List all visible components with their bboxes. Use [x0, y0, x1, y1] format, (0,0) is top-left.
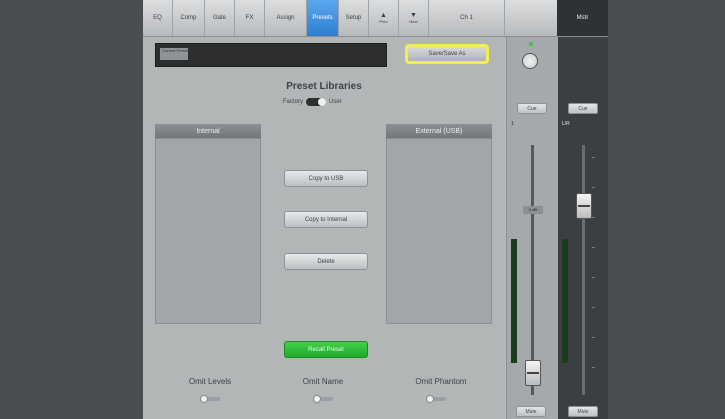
preset-name-tag: Current Preset	[160, 48, 188, 60]
scale-tick	[592, 337, 595, 338]
library-toggle[interactable]: Factory User	[283, 98, 342, 106]
omit-phantom-switch[interactable]	[426, 395, 446, 403]
master-cue-button[interactable]: Cue	[568, 103, 598, 114]
copy-to-usb-button[interactable]: Copy to USB	[284, 170, 368, 187]
unity-gain-tag: 0 dB	[523, 206, 543, 214]
recall-preset-button[interactable]: Recall Preset	[284, 341, 368, 358]
tab-fx[interactable]: FX	[235, 0, 265, 36]
delete-button[interactable]: Delete	[284, 253, 368, 270]
switch-knob	[313, 395, 321, 403]
tab-assign[interactable]: Assign	[265, 0, 307, 36]
tab-label: Setup	[345, 15, 362, 21]
tab-prev[interactable]: ▲ Prev	[369, 0, 399, 36]
internal-list-header: Internal	[155, 124, 261, 138]
toggle-left-label: Factory	[283, 99, 304, 105]
tab-gate[interactable]: Gate	[205, 0, 235, 36]
tab-label: EQ	[153, 15, 162, 21]
led-indicator	[529, 42, 533, 46]
scale-tick	[592, 247, 595, 248]
channel-marker: 1	[511, 121, 514, 127]
tab-label: Comp	[180, 15, 197, 21]
switch-knob	[200, 395, 208, 403]
master-fader[interactable]	[576, 193, 592, 219]
omit-name-switch[interactable]	[313, 395, 333, 403]
master-strip: Cue L/R	[558, 37, 608, 419]
library-title: Preset Libraries	[286, 81, 362, 92]
presets-panel: Current Preset Save/Save As Preset Libra…	[143, 37, 505, 419]
tab-label: Next	[409, 19, 418, 24]
toggle-right-label: User	[329, 99, 342, 105]
mixer-app: EQ Comp Gate FX Assign Presets Setup ▲ P…	[143, 0, 608, 419]
save-button[interactable]: Save/Save As	[405, 44, 489, 64]
tab-master[interactable]: Mstr	[557, 0, 608, 36]
tab-comp[interactable]: Comp	[173, 0, 205, 36]
omit-phantom-label: Omit Phantom	[415, 377, 467, 386]
tab-label: Mstr	[576, 15, 589, 21]
tab-setup[interactable]: Setup	[339, 0, 369, 36]
gain-knob[interactable]	[522, 53, 538, 69]
copy-to-internal-button[interactable]: Copy to Internal	[284, 211, 368, 228]
cue-button[interactable]: Cue	[517, 103, 547, 114]
omit-levels-label: Omit Levels	[188, 377, 232, 386]
level-meter	[511, 239, 517, 363]
down-arrow-icon: ▼	[410, 12, 417, 19]
channel-fader[interactable]	[525, 360, 541, 386]
master-fader-track	[582, 145, 585, 395]
omit-name-label: Omit Name	[302, 377, 344, 386]
scale-tick	[592, 307, 595, 308]
tab-label: Presets	[312, 15, 333, 21]
scale-tick	[592, 367, 595, 368]
master-level-meter	[562, 239, 568, 363]
mute-button[interactable]: Mute	[516, 406, 546, 417]
switch-knob	[426, 395, 434, 403]
tab-label: Gate	[212, 15, 226, 21]
fader-track	[531, 145, 534, 395]
channel-strip: Cue 1 0 dB	[506, 37, 558, 419]
scale-tick	[592, 217, 595, 218]
external-list-header: External (USB)	[386, 124, 492, 138]
tab-eq[interactable]: EQ	[143, 0, 173, 36]
omit-levels-switch[interactable]	[200, 395, 220, 403]
tab-presets[interactable]: Presets	[307, 0, 339, 36]
tab-label: FX	[245, 15, 254, 21]
tab-label: Prev	[379, 19, 388, 24]
up-arrow-icon: ▲	[380, 12, 387, 19]
external-list[interactable]	[386, 138, 492, 324]
tab-bar: EQ Comp Gate FX Assign Presets Setup ▲ P…	[143, 0, 608, 37]
internal-list[interactable]	[155, 138, 261, 324]
tab-channel[interactable]: Ch 1	[429, 0, 505, 36]
preset-name-field[interactable]: Current Preset	[155, 43, 387, 67]
scale-tick	[592, 157, 595, 158]
tab-next[interactable]: ▼ Next	[399, 0, 429, 36]
master-mute-button[interactable]: Mute	[568, 406, 598, 417]
tab-label: Ch 1	[460, 15, 473, 21]
tab-label: Assign	[276, 15, 295, 21]
scale-tick	[592, 187, 595, 188]
master-label: L/R	[562, 121, 570, 127]
scale-tick	[592, 277, 595, 278]
toggle-switch[interactable]	[306, 98, 327, 106]
